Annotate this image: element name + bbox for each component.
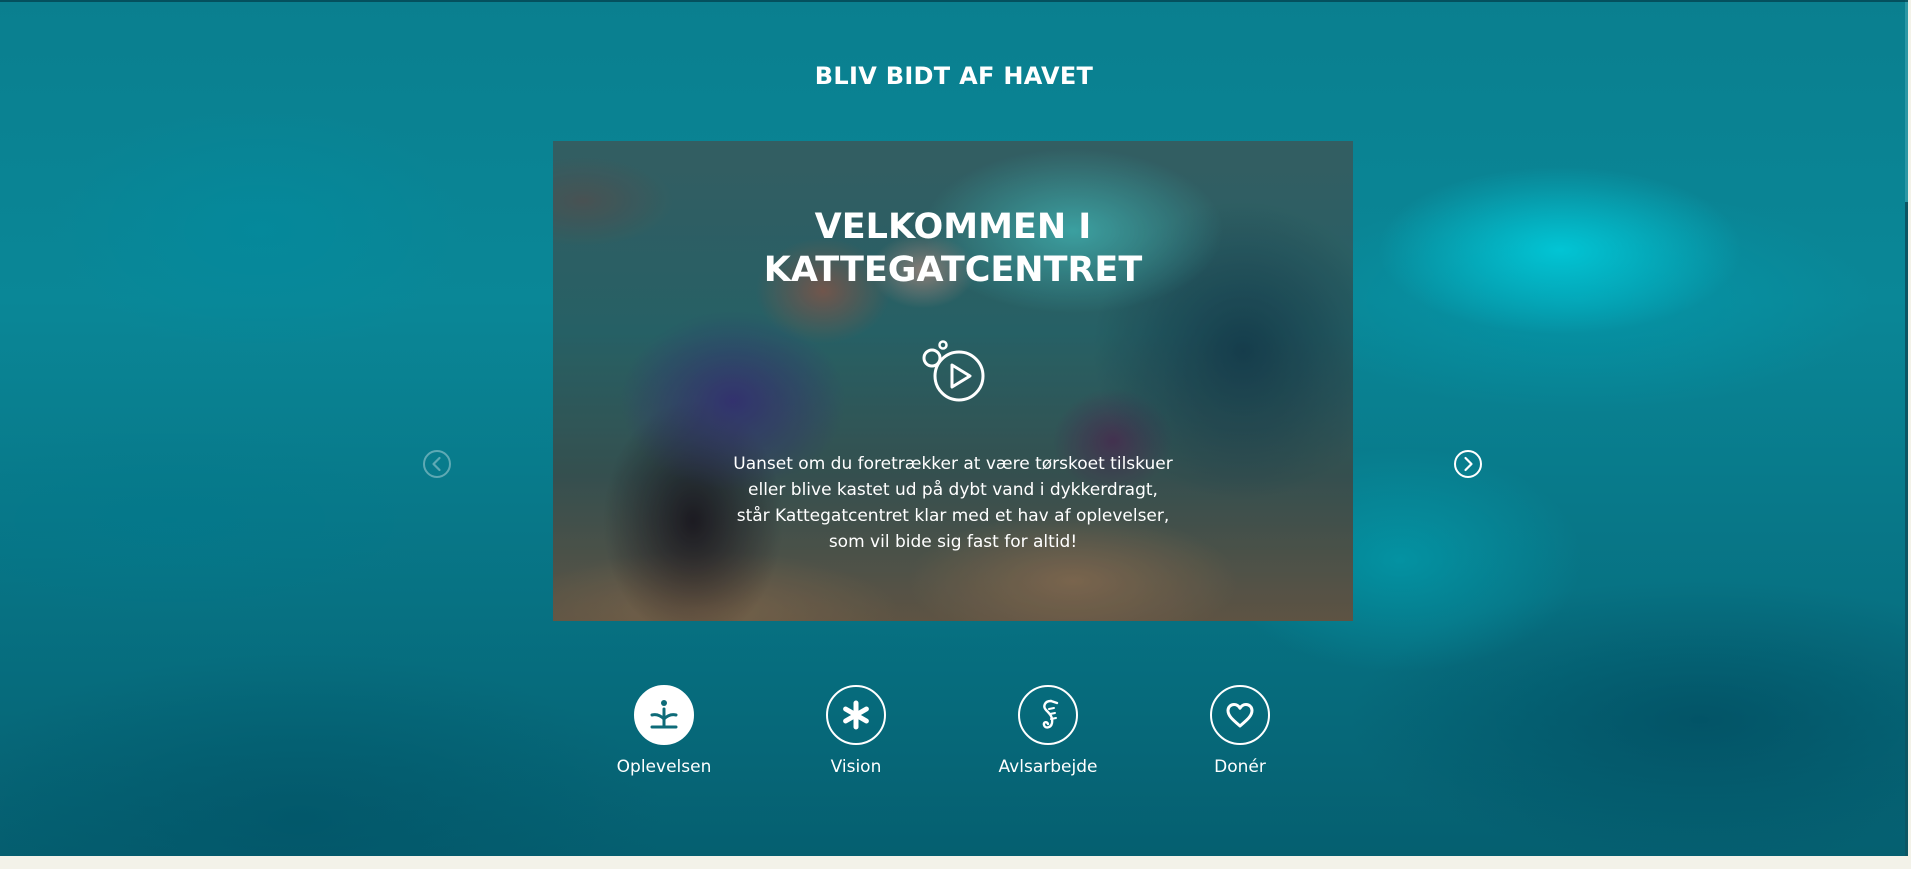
video-card[interactable]: VELKOMMEN I KATTEGATCENTRET Uanset om du… — [553, 141, 1353, 621]
nav-item-oplevelsen[interactable]: Oplevelsen — [594, 685, 734, 777]
chevron-right-icon — [1454, 450, 1482, 478]
nav-item-avlsarbejde[interactable]: Avlsarbejde — [978, 685, 1118, 777]
description-line: eller blive kastet ud på dybt vand i dyk… — [748, 480, 1158, 500]
description-line: som vil bide sig fast for altid! — [828, 532, 1078, 552]
video-title: VELKOMMEN I KATTEGATCENTRET — [553, 206, 1353, 292]
video-title-line1: VELKOMMEN I — [814, 207, 1092, 247]
nav-label: Donér — [1214, 757, 1266, 777]
scrollbar[interactable] — [1905, 0, 1908, 856]
nav-label: Vision — [830, 757, 882, 777]
description-line: står Kattegatcentret klar med et hav af … — [736, 506, 1170, 526]
play-bubble-icon — [922, 340, 985, 402]
feature-nav: Oplevelsen Vision Avlsarbejde Donér — [0, 685, 1908, 795]
video-description: Uanset om du foretrækker at være tørskoe… — [728, 451, 1178, 555]
nav-circle — [1210, 685, 1270, 745]
video-title-line2: KATTEGATCENTRET — [763, 250, 1143, 290]
nav-circle — [634, 685, 694, 745]
chevron-left-icon — [423, 450, 451, 478]
scrollbar-thumb[interactable] — [1905, 2, 1908, 202]
seahorse-icon — [1042, 699, 1059, 729]
hero-section: BLIV BIDT AF HAVET VELKOMMEN I KATTEGATC… — [0, 0, 1908, 856]
asterisk-starfish-icon — [843, 700, 869, 730]
nav-label: Avlsarbejde — [998, 757, 1098, 777]
carousel-prev-button[interactable] — [422, 449, 452, 479]
section-title: BLIV BIDT AF HAVET — [814, 62, 1094, 90]
nav-item-vision[interactable]: Vision — [786, 685, 926, 777]
nav-circle — [826, 685, 886, 745]
top-border — [0, 0, 1908, 2]
nav-item-doner[interactable]: Donér — [1170, 685, 1310, 777]
play-button[interactable] — [919, 338, 989, 408]
description-line: Uanset om du foretrækker at være tørskoe… — [733, 454, 1173, 474]
coral-plant-icon — [650, 700, 678, 729]
heart-icon — [1226, 703, 1254, 728]
carousel-next-button[interactable] — [1453, 449, 1483, 479]
nav-label: Oplevelsen — [616, 757, 712, 777]
nav-circle — [1018, 685, 1078, 745]
